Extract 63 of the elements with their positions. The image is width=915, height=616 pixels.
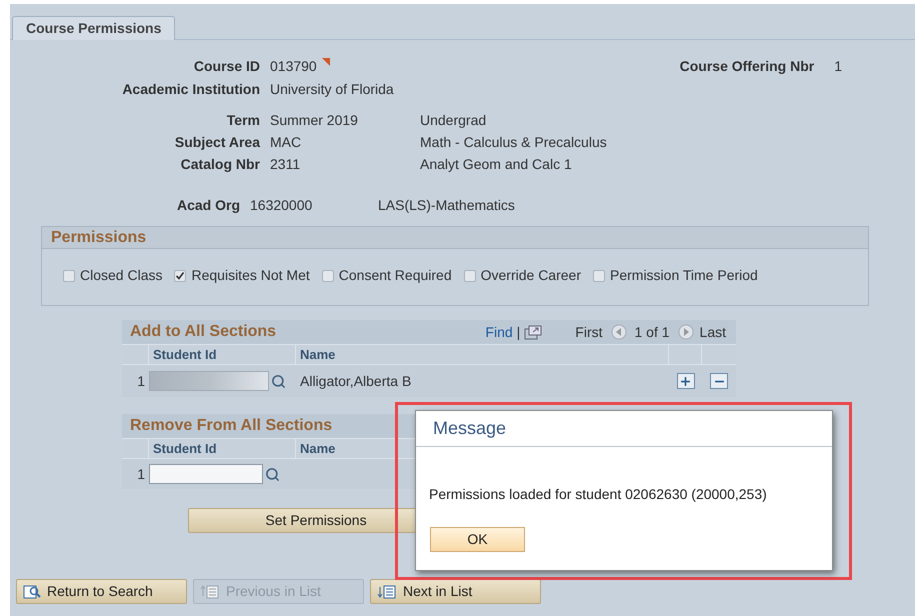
- next-icon[interactable]: [678, 324, 694, 340]
- field-value: 013790: [270, 57, 317, 76]
- checkbox[interactable]: [322, 270, 334, 282]
- field-label: Course Offering Nbr: [680, 57, 814, 76]
- delete-row-button[interactable]: [710, 373, 728, 389]
- field-description: Undergrad: [420, 111, 486, 130]
- field-value: University of Florida: [270, 80, 394, 99]
- field-value: 2311: [270, 155, 302, 174]
- search-icon[interactable]: [265, 466, 280, 482]
- first-link[interactable]: First: [575, 322, 602, 342]
- list-down-icon: [377, 584, 397, 600]
- checkbox-label: Consent Required: [338, 266, 452, 285]
- footer-button[interactable]: Next in List: [370, 579, 541, 604]
- last-link[interactable]: Last: [700, 322, 726, 342]
- tab[interactable]: Course Permissions: [12, 16, 176, 40]
- checkbox-label: Requisites Not Met: [191, 266, 310, 285]
- separator: |: [516, 322, 520, 342]
- checkbox[interactable]: [63, 270, 75, 282]
- field-label: Subject Area: [174, 133, 260, 152]
- dialog-title: Message: [433, 417, 506, 440]
- student-id-field[interactable]: [149, 371, 269, 391]
- column-header: Student Id: [153, 346, 217, 364]
- row-number: 1: [137, 372, 145, 390]
- section-title: Permissions: [51, 228, 146, 248]
- table-cell: Alligator,Alberta B: [300, 372, 412, 388]
- search-icon[interactable]: [271, 374, 286, 388]
- row-count: 1 of 1: [634, 322, 670, 342]
- field-label: Course ID: [194, 57, 260, 76]
- student-id-field[interactable]: [149, 464, 263, 484]
- field-label: Academic Institution: [122, 80, 260, 99]
- list-up-icon: [200, 584, 220, 600]
- field-value: MAC: [270, 133, 302, 152]
- footer-button[interactable]: Return to Search: [16, 579, 187, 604]
- column-header: Student Id: [153, 440, 217, 458]
- checkbox[interactable]: [464, 270, 476, 282]
- checkbox[interactable]: [174, 270, 186, 282]
- field-label: Term: [226, 111, 260, 130]
- field-value: 1: [834, 57, 842, 76]
- field-description: Math - Calculus & Precalculus: [420, 133, 607, 152]
- checkbox[interactable]: [593, 270, 605, 282]
- view-all-icon[interactable]: [524, 324, 542, 340]
- plus-icon: [679, 374, 692, 388]
- row-number: 1: [137, 464, 145, 484]
- field-value: 16320000: [250, 196, 314, 215]
- column-header: Name: [300, 346, 336, 364]
- corner-mark-icon: [322, 58, 330, 66]
- search-icon: [23, 584, 41, 600]
- dialog-message: Permissions loaded for student 02062630 (20000,253): [429, 486, 767, 502]
- checkbox-label: Closed Class: [80, 266, 162, 285]
- grid-title: Remove From All Sections: [130, 416, 332, 436]
- checkbox-label: Permission Time Period: [610, 266, 758, 285]
- checkbox-label: Override Career: [480, 266, 581, 285]
- field-description: LAS(LS)-Mathematics: [378, 196, 515, 215]
- find-link[interactable]: Find: [485, 322, 513, 342]
- previous-icon[interactable]: [610, 324, 626, 340]
- add-row-button[interactable]: [676, 373, 694, 389]
- field-description: Analyt Geom and Calc 1: [420, 155, 572, 174]
- grid-title: Add to All Sections: [130, 322, 276, 342]
- ok-button[interactable]: OK: [430, 527, 525, 552]
- column-header: Name: [300, 440, 336, 458]
- field-label: Acad Org: [176, 196, 240, 215]
- field-value: Summer 2019: [270, 111, 359, 130]
- field-label: Catalog Nbr: [180, 155, 260, 174]
